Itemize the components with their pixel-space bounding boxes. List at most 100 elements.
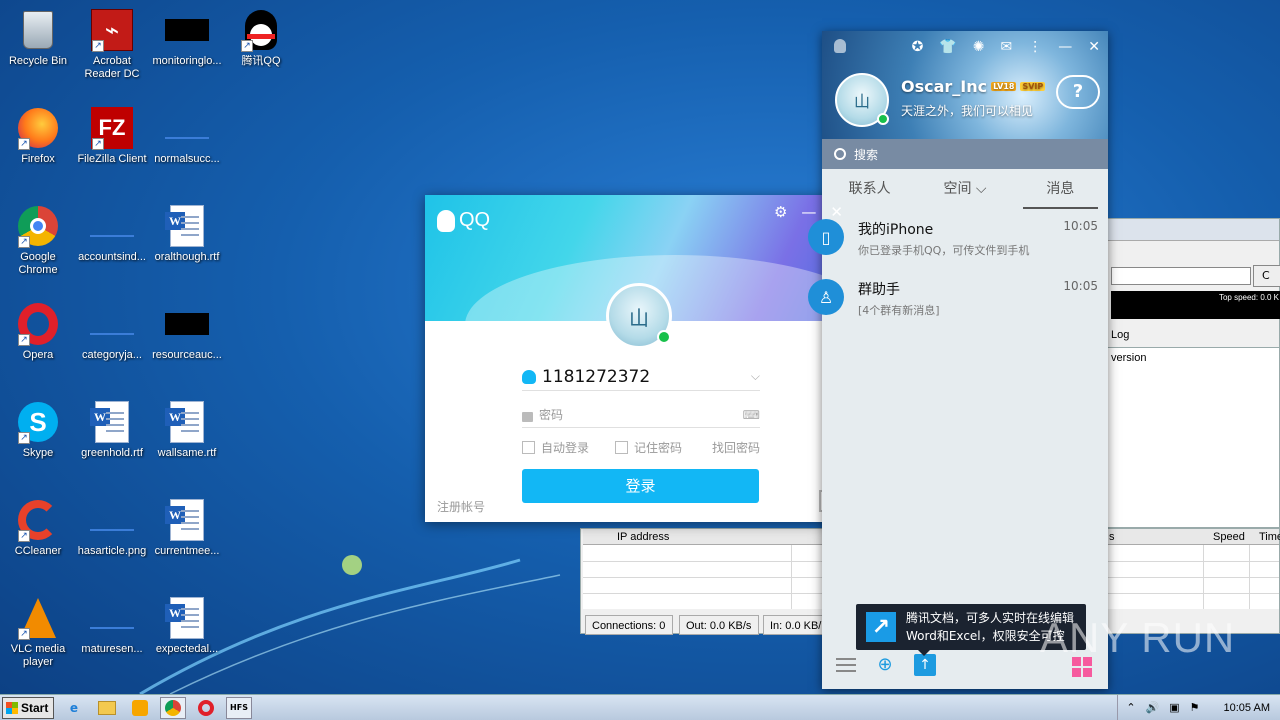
account-value: 1181272372 — [542, 366, 651, 387]
media-player-icon[interactable] — [127, 697, 153, 719]
desktop-icon-oralthough[interactable]: W oralthough.rtf — [149, 204, 225, 264]
list-item[interactable]: ▯ 我的iPhone 你已登录手机QQ，可传文件到手机 10:05 — [808, 209, 1108, 269]
bg-go-button[interactable]: C — [1253, 265, 1280, 287]
shortcut-arrow-icon: ↗ — [241, 40, 253, 52]
desktop-icon-hasarticle[interactable]: hasarticle.png — [74, 498, 150, 558]
desktop-icon-label: normalsucc... — [154, 153, 220, 165]
qq-main-panel[interactable]: ✪ 👕 ✺ ✉ ⋮ — ✕ 山 Oscar_Inc LV18 SVIP 天涯之外… — [808, 31, 1108, 689]
tencent-docs-icon[interactable]: ↑ — [914, 654, 936, 676]
column-header-speed[interactable]: Speed — [1213, 531, 1245, 543]
acrobat-icon: ⌁ ↗ — [90, 8, 134, 52]
desktop-icon-monitoringlo[interactable]: monitoringlo... — [149, 8, 225, 68]
avatar[interactable]: 山 — [835, 73, 889, 127]
minimize-icon[interactable]: — — [1058, 39, 1072, 55]
close-icon[interactable]: ✕ — [830, 203, 843, 221]
avatar[interactable]: 山 — [606, 283, 672, 349]
desktop-icon-label: maturesen... — [81, 643, 143, 655]
login-button[interactable]: 登录 — [522, 469, 759, 503]
message-time: 10:05 — [1063, 279, 1098, 293]
desktop-icon-resourceauc[interactable]: resourceauc... — [149, 302, 225, 362]
password-field[interactable]: 密码 ⌨ — [522, 402, 760, 428]
start-button[interactable]: Start — [2, 696, 54, 719]
minimize-icon[interactable]: — — [801, 203, 816, 221]
desktop-icon-skype[interactable]: S ↗ Skype — [0, 400, 76, 460]
level-badge[interactable]: LV18 — [991, 82, 1017, 91]
main-menu-icon[interactable] — [836, 658, 856, 672]
column-header-time[interactable]: Time — [1259, 531, 1280, 543]
log-tab[interactable]: Log — [1111, 329, 1129, 341]
shortcut-arrow-icon: ↗ — [18, 530, 30, 542]
desktop-icon-ccleaner[interactable]: ↗ CCleaner — [0, 498, 76, 558]
online-status-icon — [657, 330, 671, 344]
weather-cloud-icon[interactable]: ? — [1056, 75, 1100, 109]
volume-icon[interactable]: 🔊 — [1146, 701, 1160, 714]
forgot-password-link[interactable]: 找回密码 — [712, 439, 760, 456]
desktop-icon-vlc[interactable]: ↗ VLC media player — [0, 596, 76, 669]
desktop-icon-greenhold[interactable]: W greenhold.rtf — [74, 400, 150, 460]
search-input[interactable]: 搜索 — [822, 139, 1108, 169]
desktop-icon-opera[interactable]: ↗ Opera — [0, 302, 76, 362]
shortcut-arrow-icon: ↗ — [18, 334, 30, 346]
medal-icon[interactable]: ✺ — [973, 39, 985, 55]
desktop-icon-label: 腾讯QQ — [241, 55, 281, 67]
close-icon[interactable]: ✕ — [1088, 39, 1100, 55]
remember-password-checkbox[interactable]: 记住密码 — [615, 439, 682, 456]
desktop-icon-accountsind[interactable]: accountsind... — [74, 204, 150, 264]
desktop-icon-maturesen[interactable]: maturesen... — [74, 596, 150, 656]
panel-tabs: 联系人 空间 ⌵ 消息 — [822, 169, 1108, 209]
internet-explorer-icon[interactable]: e — [61, 697, 87, 719]
chrome-icon[interactable] — [160, 696, 186, 719]
system-tray: ⌃ 🔊 ▣ ⚑ 10:05 AM — [1117, 695, 1280, 720]
settings-gear-icon[interactable]: ⚙ — [774, 203, 787, 221]
desktop-icon-acrobat[interactable]: ⌁ ↗ Acrobat Reader DC — [74, 8, 150, 81]
bg-address-input[interactable] — [1111, 267, 1251, 285]
mail-icon[interactable]: ✉ — [1001, 39, 1013, 55]
auto-login-checkbox[interactable]: 自动登录 — [522, 439, 589, 456]
qq-login-dialog[interactable]: QQ ⚙ — ✕ 山 1181272372 ⌵ 密码 ⌨ 自动登录 记住密码 找… — [425, 195, 853, 522]
signature[interactable]: 天涯之外，我们可以相见 — [901, 102, 1033, 119]
tab-qzone[interactable]: 空间 ⌵ — [917, 169, 1012, 209]
list-item[interactable]: ♙ 群助手 [4个群有新消息] 10:05 — [808, 269, 1108, 329]
action-center-flag-icon[interactable]: ⚑ — [1190, 701, 1200, 714]
shortcut-arrow-icon: ↗ — [92, 40, 104, 52]
word-document-icon: W — [165, 400, 209, 444]
column-header-s[interactable]: s — [1109, 531, 1115, 543]
message-time: 10:05 — [1063, 219, 1098, 233]
star-icon[interactable]: ✪ — [912, 39, 924, 55]
vip-badge[interactable]: SVIP — [1020, 82, 1046, 91]
desktop-icon-categoryja[interactable]: categoryja... — [74, 302, 150, 362]
desktop-icon-filezilla[interactable]: FZ ↗ FileZilla Client — [74, 106, 150, 166]
keyboard-icon[interactable]: ⌨ — [743, 408, 760, 422]
avatar-text: 山 — [629, 305, 649, 330]
desktop-icon-chrome[interactable]: ↗ Google Chrome — [0, 204, 76, 277]
more-icon[interactable]: ⋮ — [1028, 39, 1042, 55]
desktop-icon-wallsame[interactable]: W wallsame.rtf — [149, 400, 225, 460]
chevron-down-icon[interactable]: ⌵ — [751, 369, 760, 384]
message-preview: 你已登录手机QQ，可传文件到手机 — [858, 244, 1030, 257]
background-app-window[interactable]: C Top speed: 0.0 K Log — [1100, 218, 1280, 348]
register-account-link[interactable]: 注册帐号 — [437, 498, 485, 515]
qq-penguin-icon: ↗ — [239, 8, 283, 52]
network-icon[interactable]: ▣ — [1169, 701, 1179, 714]
add-friend-icon[interactable]: ⊕ — [874, 654, 896, 676]
account-field[interactable]: 1181272372 ⌵ — [522, 363, 760, 391]
desktop-icon-label: currentmee... — [154, 545, 220, 557]
file-explorer-icon[interactable] — [94, 697, 120, 719]
tab-messages[interactable]: 消息 — [1013, 169, 1108, 209]
file-thumbnail-icon — [165, 302, 209, 346]
opera-icon[interactable] — [193, 697, 219, 719]
file-thumbnail-icon — [90, 498, 134, 542]
hfs-server-icon[interactable]: HFS — [226, 696, 252, 719]
desktop-icon-normalsucc[interactable]: normalsucc... — [149, 106, 225, 166]
column-header-ip-address[interactable]: IP address — [617, 531, 669, 543]
skin-shirt-icon[interactable]: 👕 — [939, 39, 956, 55]
desktop-icon-firefox[interactable]: ↗ Firefox — [0, 106, 76, 166]
word-document-icon: W — [165, 204, 209, 248]
desktop-icon-currentmee[interactable]: W currentmee... — [149, 498, 225, 558]
clock[interactable]: 10:05 AM — [1224, 702, 1270, 714]
desktop-icon-tencent-qq[interactable]: ↗ 腾讯QQ — [223, 8, 299, 68]
desktop-icon-recycle-bin[interactable]: Recycle Bin — [0, 8, 76, 68]
show-hidden-icons-icon[interactable]: ⌃ — [1126, 701, 1135, 714]
file-thumbnail-icon — [90, 596, 134, 640]
desktop-icon-expectedal[interactable]: W expectedal... — [149, 596, 225, 656]
